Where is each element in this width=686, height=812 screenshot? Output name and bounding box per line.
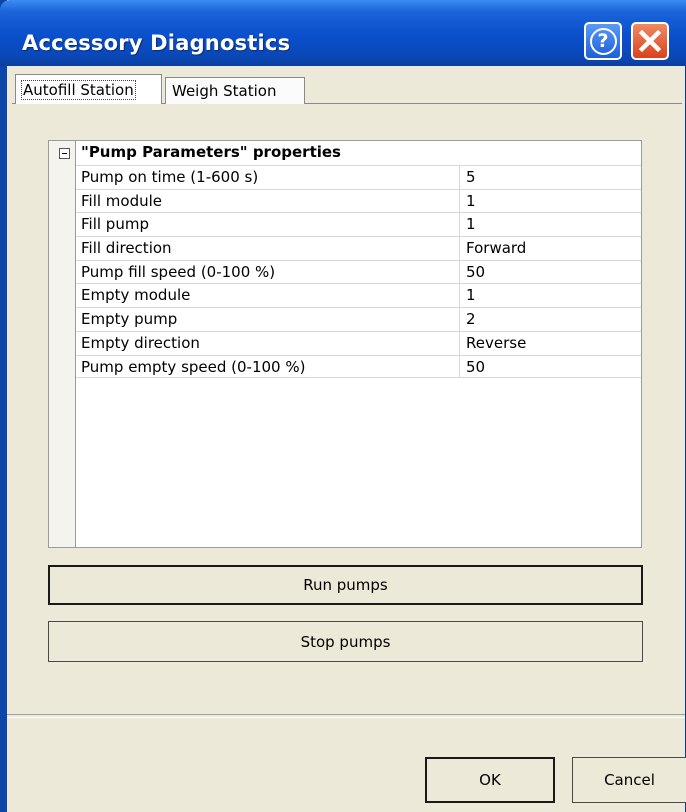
property-row-fill-direction[interactable]: Fill direction Forward <box>76 236 641 260</box>
tab-autofill-station[interactable]: Autofill Station <box>15 74 162 104</box>
property-row-pump-fill-speed[interactable]: Pump fill speed (0-100 %) 50 <box>76 259 641 284</box>
property-name: Fill direction <box>76 237 460 260</box>
property-row-pump-empty-speed[interactable]: Pump empty speed (0-100 %) 50 <box>76 354 641 379</box>
property-value[interactable]: Reverse <box>460 332 526 355</box>
property-name: Empty module <box>76 284 460 308</box>
property-value[interactable]: Forward <box>460 237 526 260</box>
property-rows: Pump on time (1-600 s) 5 Fill module 1 F… <box>76 165 641 379</box>
category-header[interactable]: "Pump Parameters" properties <box>81 143 341 165</box>
collapse-icon[interactable] <box>59 148 70 159</box>
run-pumps-button[interactable]: Run pumps <box>48 565 643 605</box>
property-row-empty-pump[interactable]: Empty pump 2 <box>76 307 641 331</box>
close-icon <box>638 29 662 53</box>
property-row-fill-module[interactable]: Fill module 1 <box>76 188 641 213</box>
property-name: Pump on time (1-600 s) <box>76 166 460 189</box>
stop-pumps-button[interactable]: Stop pumps <box>48 621 643 662</box>
property-row-fill-pump[interactable]: Fill pump 1 <box>76 212 641 237</box>
property-value[interactable]: 2 <box>460 308 476 331</box>
property-name: Empty direction <box>76 331 460 355</box>
help-button[interactable]: ? <box>584 22 622 60</box>
property-value[interactable]: 1 <box>460 284 476 307</box>
close-button[interactable] <box>631 22 669 60</box>
window-title: Accessory Diagnostics <box>22 31 291 55</box>
property-row-empty-direction[interactable]: Empty direction Reverse <box>76 330 641 355</box>
property-name: Pump fill speed (0-100 %) <box>76 260 460 284</box>
dialog-window: Accessory Diagnostics ? Autofill Station… <box>0 0 686 812</box>
tab-label: Autofill Station <box>21 79 136 100</box>
cancel-button[interactable]: Cancel <box>572 757 686 803</box>
property-row-pump-on-time[interactable]: Pump on time (1-600 s) 5 <box>76 165 641 189</box>
property-value[interactable]: 50 <box>460 261 485 284</box>
property-name: Fill module <box>76 189 460 213</box>
tab-weigh-station[interactable]: Weigh Station <box>165 77 305 104</box>
help-icon: ? <box>589 27 617 55</box>
property-value[interactable]: 1 <box>460 190 476 213</box>
ok-button[interactable]: OK <box>425 757 555 803</box>
grid-gutter <box>49 141 76 547</box>
property-row-empty-module[interactable]: Empty module 1 <box>76 283 641 308</box>
property-name: Fill pump <box>76 213 460 237</box>
property-value[interactable]: 50 <box>460 356 485 378</box>
title-bar[interactable]: Accessory Diagnostics ? <box>0 0 686 66</box>
footer-separator <box>7 714 685 718</box>
property-grid: "Pump Parameters" properties Pump on tim… <box>48 140 642 548</box>
tab-label: Weigh Station <box>172 82 277 100</box>
property-value[interactable]: 5 <box>460 166 476 189</box>
property-name: Empty pump <box>76 308 460 331</box>
property-name: Pump empty speed (0-100 %) <box>76 355 460 378</box>
property-value[interactable]: 1 <box>460 213 476 236</box>
